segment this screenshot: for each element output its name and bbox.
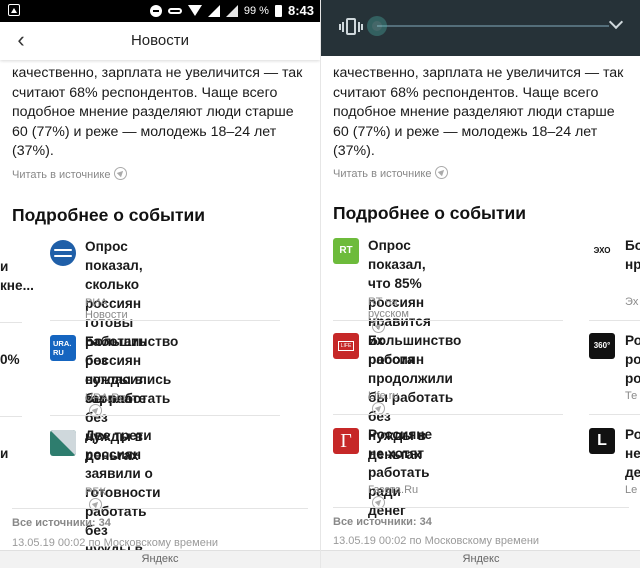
echo-logo-icon: ЭХО (589, 238, 615, 264)
article-text: качественно, зарплата не увеличится — та… (333, 64, 629, 162)
article-line: качественно, зарплата не увеличится — та… (12, 65, 303, 81)
publish-date: 13.05.19 00:02 по Московскому времени (12, 537, 219, 549)
volume-shade (321, 0, 640, 56)
card-title-line: Большинство россиян (85, 334, 179, 368)
article-line: подобное мнение разделяют люди старше (12, 104, 294, 120)
life-logo-text: LIFE (338, 341, 354, 351)
send-icon (435, 166, 449, 179)
card-source: РИА Новости (85, 297, 128, 321)
partial-card-text: Ро ро ро (625, 331, 640, 388)
card-source: Life.ru (368, 390, 399, 416)
divider (50, 415, 280, 416)
card-source-text: URA.Ru (85, 392, 126, 404)
article-line: подобное мнение разделяют люди старше (333, 104, 615, 120)
partial-card-text: Ро не де (625, 425, 640, 482)
card-title-line: Большинство россиян (368, 333, 462, 367)
partial-card-text: кне... (0, 278, 34, 293)
signal-2-icon (225, 4, 238, 17)
battery-percent: 99 % (243, 4, 269, 17)
article-text: качественно, зарплата не увеличится — та… (12, 64, 308, 162)
divider (0, 322, 22, 323)
divider (0, 416, 22, 417)
partial-card-text: 0% (0, 352, 20, 367)
page-title: Новости (130, 32, 190, 49)
divider (589, 320, 640, 321)
battery-icon (274, 4, 282, 17)
vibrate-icon[interactable] (339, 16, 363, 38)
partial-line: не (625, 446, 640, 461)
section-title: Подробнее о событии (12, 205, 206, 225)
card-source-text: РБК (85, 486, 106, 498)
partial-line: Ро (625, 333, 640, 348)
divider (12, 508, 308, 509)
divider (333, 320, 563, 321)
partial-card-text: и (0, 259, 9, 274)
card-source-text: Газета.Ru (368, 484, 419, 496)
partial-card-source: Эх (625, 296, 639, 308)
all-sources-link[interactable]: Все источники: 34 (333, 516, 432, 528)
do-not-disturb-icon (149, 4, 162, 17)
divider (589, 414, 640, 415)
wifi-icon (187, 5, 202, 16)
right-screen: качественно, зарплата не увеличится — та… (320, 0, 640, 568)
clock: 8:43 (287, 3, 314, 18)
article-line: (37%). (333, 143, 375, 159)
image-notification-icon (8, 4, 20, 16)
divider (333, 507, 629, 508)
section-title: Подробнее о событии (333, 203, 527, 223)
360-logo-icon: 360° (589, 333, 615, 359)
partial-line: Ро (625, 427, 640, 442)
all-sources-link[interactable]: Все источники: 34 (12, 517, 111, 529)
yandex-bar: Яндекс (0, 550, 320, 568)
article-line: качественно, зарплата не увеличится — та… (333, 65, 624, 81)
yandex-bar: Яндекс (321, 550, 640, 568)
lenta-logo-icon: L (589, 428, 615, 454)
volume-slider[interactable] (377, 25, 609, 27)
partial-card-text: и (0, 446, 9, 461)
divider (333, 414, 563, 415)
card-title-line: Две трети россиян заявили о (85, 428, 153, 481)
partial-line: де (625, 465, 640, 480)
partial-line: Бо (625, 238, 640, 253)
article-line: 60 (77%) и реже — молодежь 18–24 лет (333, 123, 598, 140)
read-source-link[interactable]: Читать в источнике (333, 166, 449, 180)
publish-date: 13.05.19 00:02 по Московскому времени (333, 535, 540, 547)
rbc-logo-icon (50, 430, 76, 456)
partial-line: нр (625, 257, 640, 272)
partial-card-source: Le (625, 484, 638, 496)
article-line: считают 68% респондентов. Чаще всего (333, 84, 599, 101)
article-line: (37%). (12, 143, 54, 159)
card-title-line: Опрос показал, сколько (85, 239, 143, 292)
ria-logo-icon (50, 240, 76, 266)
partial-line: ро (625, 371, 640, 386)
card-title-line: Россияне не хотят работать (368, 427, 433, 480)
partial-card-text: Бо нр (625, 236, 640, 274)
read-source-label: Читать в источнике (333, 168, 432, 180)
card-source: RT на русском (368, 296, 409, 334)
partial-card-source: Те (625, 390, 638, 402)
send-icon (89, 498, 102, 511)
card-source-text: RT на русском (368, 296, 409, 320)
send-icon (114, 167, 128, 180)
read-source-label: Читать в источнике (12, 169, 111, 181)
life-logo-icon: LIFE (333, 333, 359, 359)
card-title-line: Опрос показал, что 85% (368, 238, 426, 291)
article-line: считают 68% респондентов. Чаще всего (12, 84, 278, 101)
article-line: 60 (77%) и реже — молодежь 18–24 лет (12, 123, 277, 140)
divider (50, 320, 280, 321)
status-bar: 99 % 8:43 (0, 0, 320, 22)
gazeta-logo-icon: Г (333, 428, 359, 454)
rt-logo-icon: RT (333, 238, 359, 264)
partial-line: ро (625, 352, 640, 367)
app-header: ‹ Новости (0, 22, 320, 60)
volume-slider-thumb[interactable] (367, 16, 387, 36)
status-icons: 99 % 8:43 (149, 3, 314, 18)
ura-logo-icon: URA. RU (50, 335, 76, 361)
vpn-key-icon (167, 7, 182, 14)
card-source-text: Life.ru (368, 390, 399, 402)
chevron-down-icon[interactable] (608, 14, 624, 30)
signal-icon (207, 4, 220, 17)
left-screen: 99 % 8:43 ‹ Новости качественно, зарплат… (0, 0, 320, 568)
read-source-link[interactable]: Читать в источнике (12, 167, 128, 181)
